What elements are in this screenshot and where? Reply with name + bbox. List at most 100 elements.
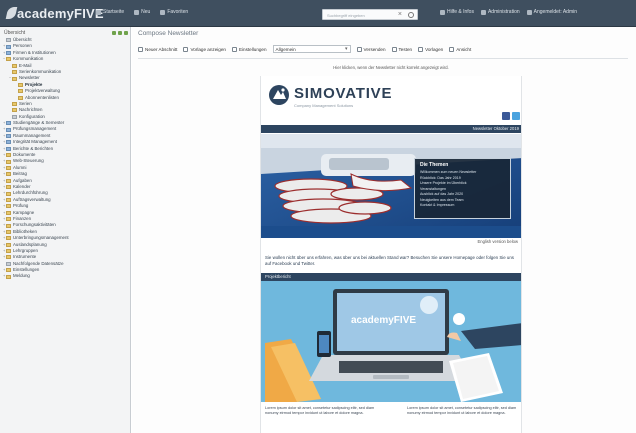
folder-icon — [6, 38, 11, 43]
folder-icon — [6, 140, 11, 145]
folder-icon — [6, 57, 11, 62]
top-nav: Startseite Neu Favoriten — [96, 9, 188, 15]
folder-icon — [6, 127, 11, 132]
folder-icon — [18, 82, 23, 87]
test-icon — [391, 46, 397, 52]
nav-new[interactable]: Neu — [134, 9, 150, 15]
home-icon — [96, 9, 101, 15]
preview-label: Vorlage anzeigen — [190, 46, 226, 52]
hero-image: Die Themen Willkommen zum neuen Newslett… — [261, 134, 521, 238]
laptop-screen-text: academyFIVE — [351, 315, 416, 326]
twitter-icon[interactable] — [512, 112, 520, 120]
section-illustration: academyFIVE — [261, 281, 521, 402]
issue-label: Newsletter Oktober 2019 — [472, 126, 519, 131]
folder-icon — [6, 223, 11, 228]
user-icon — [526, 9, 532, 15]
sidebar-title: Übersicht — [4, 29, 26, 36]
nav-home[interactable]: Startseite — [96, 9, 124, 15]
folder-icon — [6, 121, 11, 126]
send-button[interactable]: Versenden — [356, 46, 386, 52]
settings-icon — [231, 46, 237, 52]
nav-admin[interactable]: Administration — [480, 9, 520, 15]
english-version-link[interactable]: English version below — [477, 239, 518, 244]
article-columns: Lorem ipsum dolor sit amet, consetetur s… — [261, 406, 521, 416]
folder-icon — [12, 76, 17, 81]
refresh-icon[interactable] — [124, 30, 128, 35]
view-icon — [449, 46, 455, 52]
folder-icon — [6, 197, 11, 202]
chevron-down-icon: ▾ — [345, 46, 348, 52]
folder-icon — [12, 114, 17, 119]
folder-icon — [6, 159, 11, 164]
logo-mark-icon — [6, 6, 16, 20]
social-links — [502, 112, 520, 120]
nav-favorites[interactable]: Favoriten — [160, 9, 188, 15]
folder-icon — [6, 210, 11, 215]
sidebar-item[interactable]: + Meldung — [3, 273, 129, 279]
editor-toolbar: Neuer Abschnitt Vorlage anzeigen Einstel… — [138, 43, 628, 55]
logo[interactable]: academyFIVE — [6, 5, 104, 21]
view-label: Ansicht — [456, 46, 472, 52]
section-select[interactable]: Allgemein ▾ — [272, 45, 351, 53]
nav-help[interactable]: Hilfe & Infos — [440, 9, 474, 15]
main-panel: Compose Newsletter Neuer Abschnitt Vorla… — [132, 27, 636, 433]
settings-label: Einstellungen — [238, 46, 267, 52]
folder-icon — [12, 108, 17, 113]
theme-item[interactable]: Kontakt & Impressum — [420, 203, 508, 209]
folder-icon — [6, 172, 11, 177]
gear-icon — [480, 9, 486, 15]
top-bar: academyFIVE Startseite Neu Favoriten Suc… — [0, 0, 636, 27]
nav-user[interactable]: Angemeldet: Admin — [526, 9, 578, 15]
folder-icon — [6, 261, 11, 266]
brand-name: SIMOVATIVE — [294, 85, 393, 102]
newsletter-preview: SIMOVATIVE Company Management Solutions … — [260, 76, 522, 433]
newsletter-header: SIMOVATIVE Company Management Solutions — [261, 76, 521, 122]
test-button[interactable]: Testen — [391, 46, 413, 52]
sidebar: Übersicht Übersicht + Personen + Firmen & In… — [0, 27, 131, 433]
expand-all-icon[interactable] — [112, 30, 116, 35]
article-col-right: Lorem ipsum dolor sit amet, consetetur s… — [407, 406, 517, 416]
issue-bar: Newsletter Oktober 2019 — [261, 125, 521, 133]
browser-view-link[interactable]: Hier klicken, wenn der Newsletter nicht … — [260, 65, 522, 70]
add-section-icon — [138, 46, 143, 52]
clear-icon[interactable]: × — [398, 11, 402, 18]
templates-label: Vorlagen — [425, 46, 444, 52]
folder-icon — [6, 274, 11, 279]
sidebar-item-label: Meldung — [13, 273, 30, 279]
folder-icon — [6, 185, 11, 190]
section-bar: Projektbericht — [261, 273, 521, 281]
folder-icon — [6, 153, 11, 158]
folder-icon — [6, 166, 11, 170]
search-icon[interactable] — [408, 12, 414, 18]
collapse-all-icon[interactable] — [118, 30, 122, 35]
toolbar-divider — [138, 58, 628, 59]
folder-icon — [6, 50, 11, 55]
folder-icon — [6, 268, 11, 273]
test-label: Testen — [398, 46, 413, 52]
folder-icon — [6, 191, 11, 196]
settings-button[interactable]: Einstellungen — [231, 46, 267, 52]
search-input[interactable]: Suchbegriff eingeben × — [322, 9, 418, 20]
simovative-logo-icon — [269, 85, 289, 105]
plus-icon — [134, 9, 140, 15]
templates-button[interactable]: Vorlagen — [418, 46, 444, 52]
help-icon — [440, 9, 445, 15]
folder-icon — [6, 204, 11, 209]
folder-icon — [6, 249, 11, 254]
preview-button[interactable]: Vorlage anzeigen — [183, 46, 226, 52]
nav-user-label: Angemeldet: Admin — [533, 9, 578, 15]
view-button[interactable]: Ansicht — [449, 46, 472, 52]
add-section-button[interactable]: Neuer Abschnitt — [138, 46, 177, 52]
folder-icon — [6, 242, 11, 247]
nav-admin-label: Administration — [487, 9, 520, 15]
folder-icon — [12, 70, 17, 75]
facebook-icon[interactable] — [502, 112, 510, 120]
section-select-value: Allgemein — [275, 47, 296, 52]
themes-title: Die Themen — [420, 162, 449, 168]
intro-text: Sie wollen nicht über uns erfahren, was … — [265, 255, 514, 266]
send-label: Versenden — [363, 46, 386, 52]
folder-icon — [6, 178, 11, 183]
folder-icon — [6, 217, 11, 222]
search-placeholder: Suchbegriff eingeben — [327, 13, 365, 18]
folder-icon — [12, 102, 17, 107]
